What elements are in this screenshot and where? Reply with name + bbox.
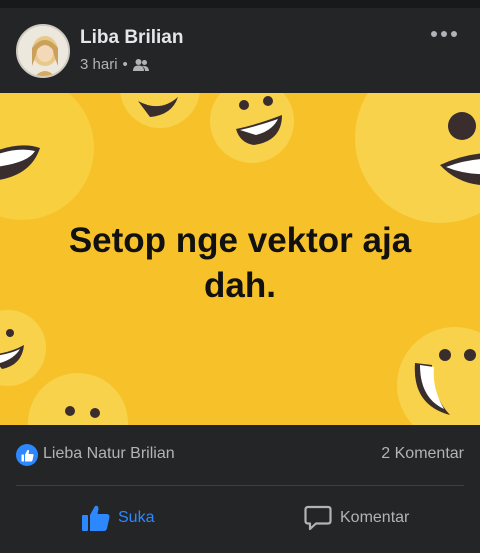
thumbs-up-icon — [21, 449, 34, 461]
thumbs-up-icon — [82, 505, 110, 531]
post-meta: 3 hari • — [80, 56, 149, 73]
post-header: Liba Brilian 3 hari • — [0, 8, 480, 93]
post-author[interactable]: Liba Brilian — [80, 27, 183, 49]
post-image-text: Setop nge vektor aja dah. — [68, 221, 412, 305]
like-button[interactable]: Suka — [82, 498, 154, 538]
post-actions: Suka Komentar — [0, 486, 480, 553]
like-label: Suka — [118, 509, 155, 526]
comment-count[interactable]: 2 Komentar — [381, 445, 464, 463]
comment-icon — [304, 505, 332, 531]
post-image[interactable]: Setop nge vektor aja dah. — [0, 93, 480, 425]
comment-label: Komentar — [340, 509, 410, 526]
top-strip — [0, 0, 480, 8]
friends-icon — [132, 58, 149, 71]
avatar-image — [18, 26, 68, 76]
more-options-icon[interactable] — [428, 24, 460, 44]
post-time[interactable]: 3 hari — [80, 56, 118, 73]
emoji-decoration — [0, 93, 94, 220]
avatar[interactable] — [16, 24, 70, 78]
comment-button[interactable]: Komentar — [304, 498, 409, 538]
reactions-bar: Lieba Natur Brilian 2 Komentar — [0, 425, 480, 485]
like-badge-icon[interactable] — [16, 444, 38, 466]
meta-separator: • — [122, 56, 128, 73]
reactor-name[interactable]: Lieba Natur Brilian — [43, 445, 175, 463]
